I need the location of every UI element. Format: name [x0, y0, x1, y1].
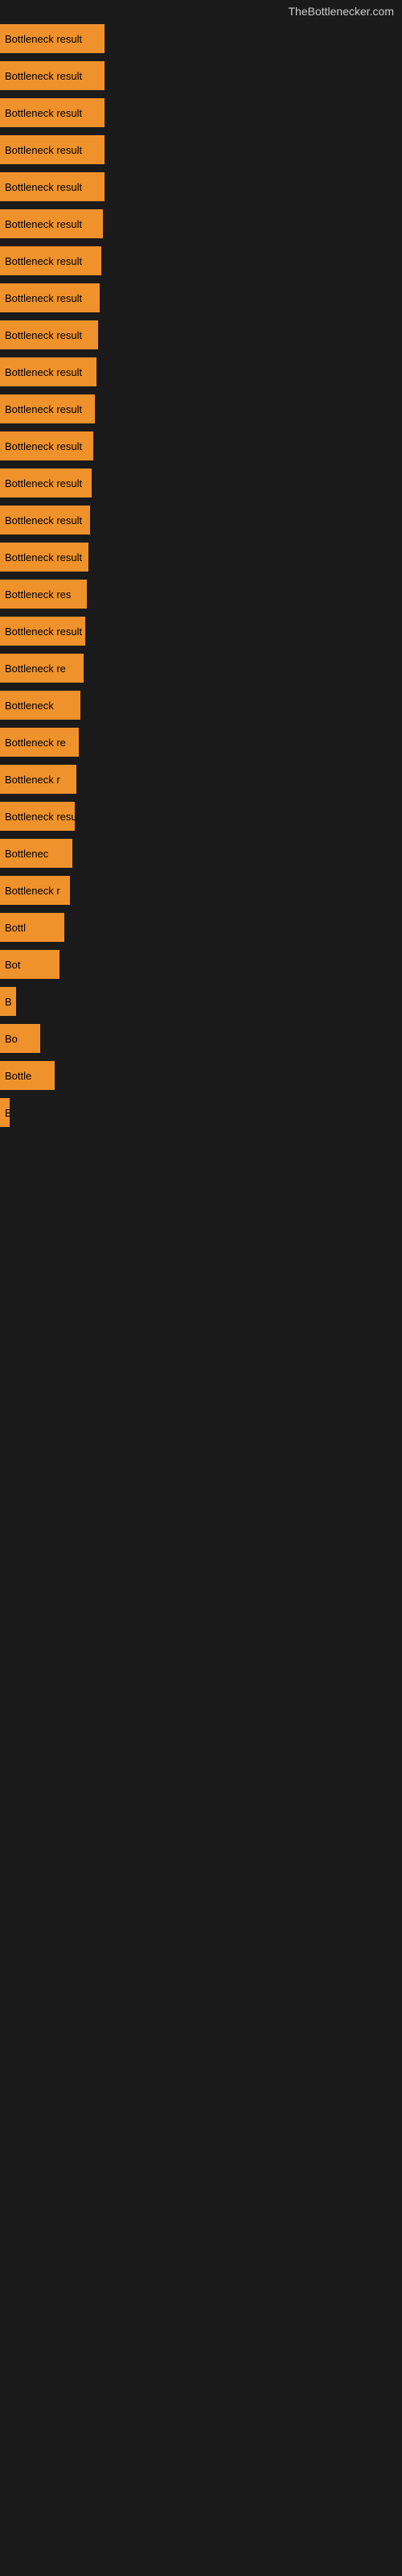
bottleneck-bar[interactable]: Bottleneck result	[0, 61, 105, 90]
bar-row: Bottleneck result	[0, 391, 402, 427]
bar-row: Bottleneck	[0, 687, 402, 723]
bar-row: Bottleneck result	[0, 243, 402, 279]
bar-row: Bottleneck re	[0, 724, 402, 760]
bottleneck-bar[interactable]: Bottleneck result	[0, 357, 96, 386]
bottleneck-bar[interactable]: B	[0, 1098, 10, 1127]
bar-row: B	[0, 984, 402, 1019]
bottleneck-bar-label: Bottlenec	[5, 848, 48, 860]
bottleneck-bar-label: Bottleneck result	[5, 514, 82, 526]
bottleneck-bar[interactable]: Bot	[0, 950, 59, 979]
bottleneck-bar-label: Bottleneck result	[5, 440, 82, 452]
bar-row: Bo	[0, 1021, 402, 1056]
bottleneck-bar-label: Bottleneck r	[5, 774, 60, 786]
bottleneck-bar[interactable]: Bottle	[0, 1061, 55, 1090]
bar-row: B	[0, 1095, 402, 1130]
bar-row: Bottleneck result	[0, 95, 402, 130]
bottleneck-bar[interactable]: Bottleneck	[0, 691, 80, 720]
bottleneck-bar-label: Bottleneck result	[5, 477, 82, 489]
bar-row: Bottlenec	[0, 836, 402, 871]
bottleneck-bar[interactable]: Bottlenec	[0, 839, 72, 868]
bottleneck-bar-label: Bottleneck result	[5, 144, 82, 156]
bottleneck-bar-label: Bottleneck	[5, 700, 54, 712]
bar-row: Bottleneck result	[0, 539, 402, 575]
bottleneck-bar-label: Bottle	[5, 1070, 31, 1082]
bottleneck-bar-label: Bottleneck res	[5, 588, 71, 601]
bottleneck-bar[interactable]: Bottleneck result	[0, 283, 100, 312]
bar-row: Bottleneck result	[0, 354, 402, 390]
bottleneck-bar-label: Bottleneck result	[5, 33, 82, 45]
bottleneck-bar-label: B	[5, 996, 12, 1008]
bottleneck-bar-label: Bo	[5, 1033, 18, 1045]
bar-row: Bottleneck result	[0, 280, 402, 316]
bar-row: Bot	[0, 947, 402, 982]
bottleneck-bar-label: Bottleneck resu	[5, 811, 75, 823]
bottleneck-bar[interactable]: Bottleneck re	[0, 654, 84, 683]
bottleneck-bar-label: Bottleneck r	[5, 885, 60, 897]
bottleneck-bar-label: Bottleneck result	[5, 218, 82, 230]
bottleneck-bar[interactable]: Bottleneck result	[0, 24, 105, 53]
bottleneck-bar-label: Bottl	[5, 922, 26, 934]
bottleneck-bar-label: Bottleneck result	[5, 329, 82, 341]
bottleneck-bar-label: Bottleneck result	[5, 107, 82, 119]
bottleneck-bar[interactable]: Bottleneck result	[0, 98, 105, 127]
bottleneck-bar[interactable]: Bottleneck result	[0, 246, 101, 275]
bottleneck-bar[interactable]: B	[0, 987, 16, 1016]
bottleneck-bar-label: Bottleneck result	[5, 292, 82, 304]
bottleneck-bar-label: Bottleneck result	[5, 403, 82, 415]
bottleneck-bar[interactable]: Bottleneck resu	[0, 802, 75, 831]
bottleneck-bar[interactable]: Bo	[0, 1024, 40, 1053]
bar-row: Bottleneck result	[0, 58, 402, 93]
bar-row: Bottleneck result	[0, 465, 402, 501]
bottleneck-bar[interactable]: Bottleneck result	[0, 543, 88, 572]
bar-row: Bottleneck re	[0, 650, 402, 686]
bottleneck-bar[interactable]: Bottleneck result	[0, 469, 92, 497]
bottleneck-bar-label: Bottleneck result	[5, 366, 82, 378]
bottleneck-bar[interactable]: Bottleneck result	[0, 320, 98, 349]
bottleneck-bar[interactable]: Bottleneck result	[0, 431, 93, 460]
bar-row: Bottleneck result	[0, 132, 402, 167]
bar-row: Bottleneck r	[0, 762, 402, 797]
bottleneck-bar[interactable]: Bottleneck r	[0, 765, 76, 794]
bar-row: Bottle	[0, 1058, 402, 1093]
bottleneck-bar[interactable]: Bottleneck res	[0, 580, 87, 609]
bar-row: Bottleneck result	[0, 317, 402, 353]
bottleneck-bar-label: Bottleneck re	[5, 737, 66, 749]
bottleneck-bar-label: Bottleneck result	[5, 625, 82, 638]
bottleneck-bar[interactable]: Bottleneck result	[0, 172, 105, 201]
bar-row: Bottleneck result	[0, 613, 402, 649]
bar-row: Bottleneck result	[0, 428, 402, 464]
bottleneck-bar[interactable]: Bottl	[0, 913, 64, 942]
bottleneck-bar[interactable]: Bottleneck result	[0, 209, 103, 238]
bar-row: Bottleneck result	[0, 502, 402, 538]
bar-row: Bottleneck r	[0, 873, 402, 908]
bar-row: Bottleneck result	[0, 206, 402, 242]
bar-row: Bottl	[0, 910, 402, 945]
bottleneck-bar-label: B	[5, 1107, 10, 1119]
bottleneck-bar-label: Bottleneck result	[5, 551, 82, 564]
bottleneck-bar-label: Bottleneck re	[5, 663, 66, 675]
bottleneck-bar-label: Bottleneck result	[5, 255, 82, 267]
bottleneck-bar-label: Bottleneck result	[5, 181, 82, 193]
bar-row: Bottleneck result	[0, 169, 402, 204]
bottleneck-bar-label: Bot	[5, 959, 21, 971]
bottleneck-bar[interactable]: Bottleneck r	[0, 876, 70, 905]
bar-row: Bottleneck res	[0, 576, 402, 612]
bar-row: Bottleneck result	[0, 21, 402, 56]
bottleneck-bar[interactable]: Bottleneck result	[0, 506, 90, 535]
site-title: TheBottlenecker.com	[0, 0, 402, 21]
bar-row: Bottleneck resu	[0, 799, 402, 834]
bottleneck-bar[interactable]: Bottleneck result	[0, 617, 85, 646]
bottleneck-bar-label: Bottleneck result	[5, 70, 82, 82]
bottleneck-bar[interactable]: Bottleneck re	[0, 728, 79, 757]
bottleneck-bar[interactable]: Bottleneck result	[0, 394, 95, 423]
bottleneck-bar[interactable]: Bottleneck result	[0, 135, 105, 164]
bars-container: Bottleneck result Bottleneck result Bottle…	[0, 21, 402, 1776]
